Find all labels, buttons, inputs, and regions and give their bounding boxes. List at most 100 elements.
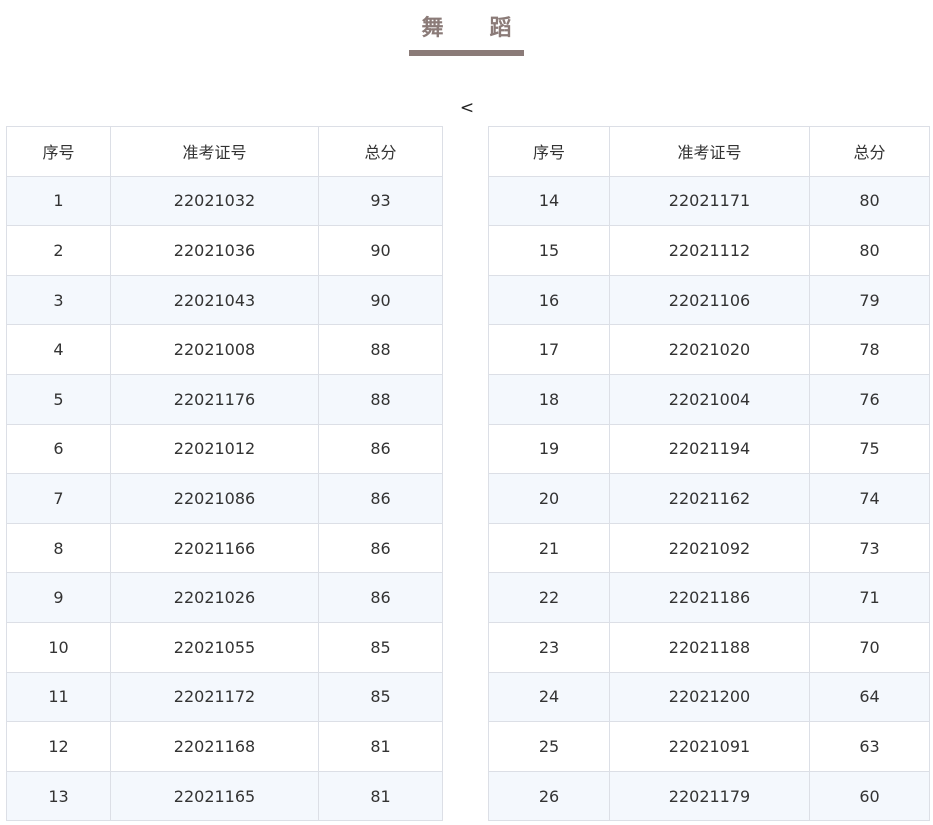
cell-ticket-number: 22021179 [609,770,810,822]
cell-ticket-number: 22021106 [609,274,810,326]
table-row: 1 22021032 93 [6,175,443,227]
header-seq: 序号 [6,126,111,177]
cell-total-score: 86 [318,473,443,524]
table-row: 16 22021106 79 [488,274,930,326]
table-row: 19 22021194 75 [488,423,930,475]
cell-seq: 14 [488,175,610,227]
cell-total-score: 81 [318,770,443,822]
cell-seq: 21 [488,522,610,574]
score-table-right: 序号 准考证号 总分 14 22021171 80 15 22021112 80 16 220… [488,126,930,822]
table-gap [442,126,488,820]
cell-ticket-number: 22021020 [609,324,810,375]
header-ticket-number: 准考证号 [110,126,319,177]
cell-seq: 4 [6,324,111,375]
cell-seq: 19 [488,423,610,475]
table-row: 8 22021166 86 [6,522,443,574]
cell-ticket-number: 22021026 [110,572,319,623]
table-row: 22 22021186 71 [488,572,930,623]
cell-seq: 16 [488,274,610,326]
title-wrap: 舞 蹈 [0,14,933,56]
cell-seq: 25 [488,721,610,772]
table-row: 15 22021112 80 [488,225,930,276]
table-row: 6 22021012 86 [6,423,443,475]
cell-seq: 10 [6,621,111,673]
cell-ticket-number: 22021200 [609,671,810,723]
header-ticket-number: 准考证号 [609,126,810,177]
cell-seq: 13 [6,770,111,822]
table-row: 18 22021004 76 [488,373,930,425]
cell-seq: 15 [488,225,610,276]
cell-seq: 5 [6,373,111,425]
cell-ticket-number: 22021112 [609,225,810,276]
cell-total-score: 85 [318,671,443,723]
table-row: 4 22021008 88 [6,324,443,375]
cell-seq: 18 [488,373,610,425]
cell-total-score: 80 [809,175,930,227]
cell-ticket-number: 22021162 [609,473,810,524]
table-row: 7 22021086 86 [6,473,443,524]
cell-ticket-number: 22021194 [609,423,810,475]
table-row: 21 22021092 73 [488,522,930,574]
cell-ticket-number: 22021166 [110,522,319,574]
table-row: 25 22021091 63 [488,721,930,772]
table-row: 2 22021036 90 [6,225,443,276]
cell-total-score: 70 [809,621,930,673]
table-row: 3 22021043 90 [6,274,443,326]
cell-ticket-number: 22021091 [609,721,810,772]
cell-total-score: 60 [809,770,930,822]
table-row: 13 22021165 81 [6,770,443,822]
cell-total-score: 64 [809,671,930,723]
cell-seq: 7 [6,473,111,524]
cell-ticket-number: 22021008 [110,324,319,375]
prev-arrow-button[interactable]: < [456,97,478,119]
cell-seq: 22 [488,572,610,623]
cell-ticket-number: 22021176 [110,373,319,425]
cell-total-score: 88 [318,373,443,425]
table-row: 12 22021168 81 [6,721,443,772]
cell-seq: 3 [6,274,111,326]
cell-total-score: 79 [809,274,930,326]
cell-total-score: 80 [809,225,930,276]
cell-ticket-number: 22021186 [609,572,810,623]
table-body-right: 14 22021171 80 15 22021112 80 16 22021106 79 17 22… [488,175,930,822]
table-row: 10 22021055 85 [6,621,443,673]
page-title: 舞 蹈 [409,14,524,56]
table-row: 23 22021188 70 [488,621,930,673]
table-row: 11 22021172 85 [6,671,443,723]
cell-ticket-number: 22021036 [110,225,319,276]
table-header-row: 序号 准考证号 总分 [6,126,443,177]
cell-ticket-number: 22021172 [110,671,319,723]
table-row: 24 22021200 64 [488,671,930,723]
cell-ticket-number: 22021165 [110,770,319,822]
header-total-score: 总分 [318,126,443,177]
cell-total-score: 88 [318,324,443,375]
cell-seq: 12 [6,721,111,772]
cell-total-score: 85 [318,621,443,673]
cell-seq: 9 [6,572,111,623]
cell-ticket-number: 22021055 [110,621,319,673]
cell-seq: 11 [6,671,111,723]
cell-ticket-number: 22021012 [110,423,319,475]
cell-total-score: 74 [809,473,930,524]
header-seq: 序号 [488,126,610,177]
table-row: 5 22021176 88 [6,373,443,425]
cell-total-score: 93 [318,175,443,227]
cell-total-score: 90 [318,225,443,276]
score-table-left: 序号 准考证号 总分 1 22021032 93 2 22021036 90 3 220210… [6,126,443,822]
cell-total-score: 86 [318,423,443,475]
table-row: 14 22021171 80 [488,175,930,227]
cell-total-score: 75 [809,423,930,475]
table-body-left: 1 22021032 93 2 22021036 90 3 22021043 90 4 220210… [6,175,443,822]
cell-ticket-number: 22021188 [609,621,810,673]
table-row: 17 22021020 78 [488,324,930,375]
cell-seq: 1 [6,175,111,227]
cell-seq: 24 [488,671,610,723]
cell-total-score: 86 [318,522,443,574]
cell-ticket-number: 22021043 [110,274,319,326]
cell-total-score: 76 [809,373,930,425]
cell-total-score: 78 [809,324,930,375]
cell-ticket-number: 22021171 [609,175,810,227]
cell-ticket-number: 22021004 [609,373,810,425]
cell-ticket-number: 22021086 [110,473,319,524]
cell-ticket-number: 22021092 [609,522,810,574]
